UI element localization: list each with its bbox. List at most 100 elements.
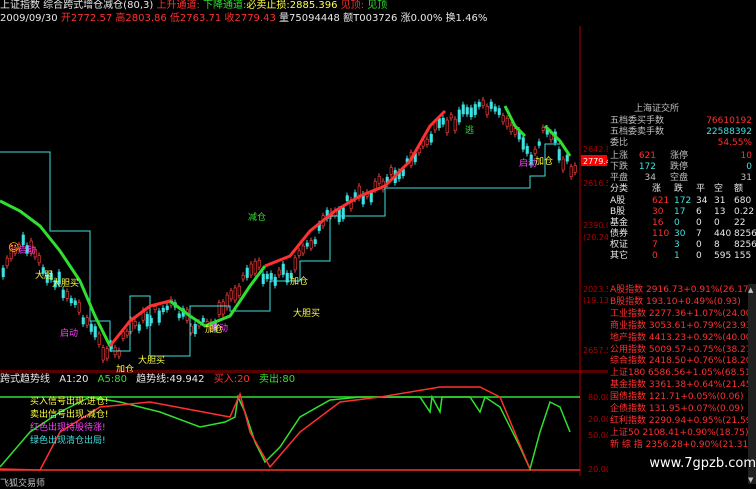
title-part-0: 上证指数 [0,0,40,11]
candle-body [557,149,561,161]
candle-body [313,239,317,244]
candle-body [217,302,221,315]
cat-down-1: 17 [674,207,686,217]
stat-a-2: 平盘 [610,173,629,183]
candle-body [573,165,577,173]
cat-amt-4: 8256 [734,240,756,250]
candle-body [237,285,241,296]
candle-body [565,154,569,162]
order-value-1: 22588392 [706,127,752,137]
candle-body [449,114,453,119]
exchange-name: 上海证交所 [634,104,680,114]
cat-header-3: 平 [696,184,706,194]
order-value-0: 76610192 [706,116,752,126]
stat-row-1: 下跌 172 跌停 0 [608,162,756,173]
candle-body [445,119,449,133]
candle-body [161,307,165,312]
quote-volume: 量75094448 [279,13,340,24]
stat-a-1: 下跌 [610,162,629,172]
cat-down-0: 172 [674,196,692,206]
candle-body [1,267,5,277]
index-row-12: 上证50 2108.41+0.90%(18.75) [608,428,756,439]
candle-body [457,109,461,123]
cat-empty-3: 440 [714,229,732,239]
cat-flat-1: 6 [696,207,702,217]
candle-body [429,133,433,143]
title-part-6: 见顶: [337,0,365,11]
label-jiacang-3: 加仓 [290,277,309,287]
candle-body [513,128,517,135]
candle-body [493,106,497,112]
cat-down-3: 30 [674,229,686,239]
index-text-7: 上证180 6586.56+1.05%(68.51) [610,368,755,379]
candle-body [337,208,341,222]
candle-body [481,99,485,106]
candle-body [561,158,565,171]
order-row-1: 五档委卖手数 22588392 [608,127,756,138]
category-row-2: 基金 16 0 0 0 22 [608,218,756,229]
main-y-tick-4: 2023.5 [583,285,608,294]
legend-green: 绿色出现清仓出局! [30,436,106,446]
cat-up-3: 110 [652,229,670,239]
category-row-5: 其它 0 1 0 595 155 [608,251,756,262]
category-row-3: 债券 110 30 7 440 8256 [608,229,756,240]
candle-body [177,313,181,318]
cat-up-0: 621 [652,196,670,206]
stat-d-2: 31 [740,173,752,183]
category-row-1: B股 30 17 6 13 0.22 [608,207,756,218]
cat-name-2: 基金 [610,218,629,228]
candle-body [293,257,297,271]
category-header-row: 分类 涨 跌 平空额 [608,184,756,195]
cat-amt-1: 0.22 [734,207,755,217]
index-row-5: 公用指数 5009.57+0.75%(38.27) [608,345,756,356]
candle-body [341,207,345,220]
candle-body [297,250,301,256]
label-jiacang-2: 加仓 [205,325,224,335]
candle-body [461,104,465,115]
cat-empty-1: 13 [714,207,726,217]
index-text-4: 地产指数 4413.23+0.92%(40.00) [610,332,755,343]
index-text-6: 综合指数 2418.50+0.76%(18.20) [610,356,755,367]
index-list-scrollbar[interactable]: ▲ ▼ [748,284,756,484]
cat-flat-4: 0 [696,240,702,250]
candle-body [97,333,101,345]
index-text-11: 红利指数 2290.94+0.95%(21.59) [610,415,755,426]
candle-body [437,118,441,128]
stat-c-0: 涨停 [670,151,689,161]
cat-amt-5: 155 [734,251,752,261]
cat-name-0: A股 [610,196,626,206]
candle-body [77,302,81,313]
quote-low: 低2763.71 [169,13,222,24]
quote-date: 2009/09/30 [0,13,58,24]
legend-sell: 卖出信号出现,减仓! [30,410,109,420]
candle-body [245,267,249,278]
index-row-9: 国债指数 121.71+0.05%(0.06) [608,392,756,403]
stat-d-0: 10 [740,151,752,161]
candle-body [537,141,541,146]
quote-turnover: 换1.46% [445,13,488,24]
stat-c-1: 跌停 [670,162,689,172]
main-price-chart[interactable]: 2779.4 2642.8 2616.5 2390.0 (20.24) 2023.5 (1… [0,26,608,372]
candle-body [265,273,269,280]
candle-body [85,317,89,326]
index-row-1: B股指数 193.10+0.49%(0.93) [608,297,756,308]
stat-row-2: 平盘 34 空盘 31 [608,173,756,184]
candle-body [65,291,69,299]
main-y-tick-2: 2390.0 [583,221,608,230]
candle-body [249,263,253,276]
candle-body [425,139,429,145]
cat-empty-5: 595 [714,251,732,261]
legend-buy: 买入信号出现,进仓! [30,397,109,407]
candle-body [137,324,141,331]
candle-body [469,107,473,118]
index-text-5: 公用指数 5009.57+0.75%(38.27) [610,344,755,355]
ind-y-tick-1: 20.00 [588,415,608,424]
candle-body [453,118,457,131]
label-jiancang: 减仓 [248,213,267,223]
quote-open: 开2772.57 [60,13,113,24]
quote-amount: 额T003726 [343,13,398,24]
candle-body [257,260,261,268]
candle-body [157,310,161,323]
title-part-4: 下降通道: [199,0,247,11]
index-text-9: 国债指数 121.71+0.05%(0.06) [610,392,744,403]
